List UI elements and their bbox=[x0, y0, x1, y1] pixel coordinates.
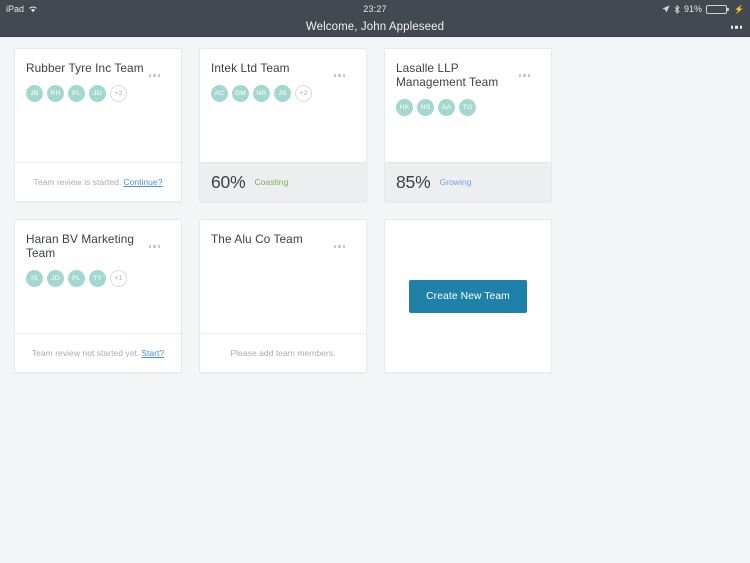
card-body: Rubber Tyre Inc Team JB RH PL JD +2 bbox=[15, 49, 181, 162]
team-card[interactable]: Intek Ltd Team AC DM NR JS +2 60% Coasting bbox=[199, 48, 367, 202]
avatar[interactable]: AA bbox=[438, 99, 455, 116]
score-percent: 85% bbox=[396, 171, 431, 192]
team-card[interactable]: The Alu Co Team Please add team members. bbox=[199, 219, 367, 373]
status-badge: Growing bbox=[439, 177, 472, 187]
avatar[interactable]: JD bbox=[89, 85, 106, 102]
create-new-team-button[interactable]: Create New Team bbox=[409, 279, 527, 313]
avatar[interactable]: TG bbox=[459, 99, 476, 116]
create-team-card[interactable]: Create New Team bbox=[384, 219, 552, 373]
status-bar-clock: 23:27 bbox=[363, 4, 387, 14]
battery-percent-label: 91% bbox=[684, 4, 703, 14]
overflow-menu-icon[interactable] bbox=[333, 74, 345, 77]
team-status-footer: Please add team members. bbox=[200, 333, 366, 372]
bluetooth-icon bbox=[674, 4, 680, 14]
status-action-link[interactable]: Start? bbox=[141, 348, 164, 358]
card-body: The Alu Co Team bbox=[200, 220, 366, 333]
avatar-overflow-count[interactable]: +1 bbox=[110, 270, 127, 287]
avatar[interactable]: JD bbox=[47, 270, 64, 287]
avatar[interactable]: PL bbox=[68, 270, 85, 287]
team-member-avatars: HK NS AA TG bbox=[396, 99, 540, 116]
team-member-avatars: IS JD PL TY +1 bbox=[26, 270, 170, 287]
ios-status-bar: iPad 23:27 91% ⚡ bbox=[0, 0, 750, 18]
avatar[interactable]: AC bbox=[211, 85, 228, 102]
card-body: Intek Ltd Team AC DM NR JS +2 bbox=[200, 49, 366, 162]
charging-bolt-icon: ⚡ bbox=[734, 4, 744, 14]
avatar[interactable]: PL bbox=[68, 85, 85, 102]
team-card[interactable]: Rubber Tyre Inc Team JB RH PL JD +2 Team revie… bbox=[14, 48, 182, 202]
overflow-menu-icon[interactable] bbox=[148, 245, 160, 248]
team-member-avatars: JB RH PL JD +2 bbox=[26, 85, 170, 102]
status-text: Please add team members. bbox=[230, 348, 336, 358]
card-header: Rubber Tyre Inc Team bbox=[26, 61, 170, 77]
team-score-footer: 85% Growing bbox=[385, 162, 551, 201]
avatar-overflow-count[interactable]: +2 bbox=[295, 85, 312, 102]
avatar[interactable]: NS bbox=[417, 99, 434, 116]
overflow-menu-icon[interactable] bbox=[333, 245, 345, 248]
score-percent: 60% bbox=[211, 171, 246, 192]
avatar[interactable]: HK bbox=[396, 99, 413, 116]
status-action-link[interactable]: Continue? bbox=[123, 177, 162, 187]
avatar[interactable]: DM bbox=[232, 85, 249, 102]
avatar[interactable]: RH bbox=[47, 85, 64, 102]
status-badge: Coasting bbox=[254, 177, 289, 187]
app-navigation-bar: Welcome, John Appleseed bbox=[0, 18, 750, 37]
overflow-menu-icon[interactable] bbox=[518, 74, 530, 77]
team-status-footer: Team review not started yet. Start? bbox=[15, 333, 181, 372]
card-body: Lasalle LLP Management Team HK NS AA TG bbox=[385, 49, 551, 162]
team-name: Intek Ltd Team bbox=[211, 61, 290, 75]
status-text: Team review not started yet. bbox=[31, 348, 140, 358]
team-card-grid: Rubber Tyre Inc Team JB RH PL JD +2 Team revie… bbox=[0, 37, 750, 384]
team-status-footer: Team review is started. Continue? bbox=[15, 162, 181, 201]
team-name: Rubber Tyre Inc Team bbox=[26, 61, 144, 75]
avatar-overflow-count[interactable]: +2 bbox=[110, 85, 127, 102]
avatar[interactable]: IS bbox=[26, 270, 43, 287]
team-member-avatars: AC DM NR JS +2 bbox=[211, 85, 355, 102]
status-bar-right: 91% ⚡ bbox=[662, 4, 744, 14]
team-name: The Alu Co Team bbox=[211, 232, 303, 246]
team-card[interactable]: Haran BV Marketing Team IS JD PL TY +1 Team re… bbox=[14, 219, 182, 373]
avatar[interactable]: JS bbox=[274, 85, 291, 102]
battery-icon bbox=[706, 4, 730, 14]
page-title: Welcome, John Appleseed bbox=[305, 21, 445, 33]
team-card[interactable]: Lasalle LLP Management Team HK NS AA TG 85% Gr… bbox=[384, 48, 552, 202]
avatar[interactable]: JB bbox=[26, 85, 43, 102]
card-header: Haran BV Marketing Team bbox=[26, 232, 170, 260]
card-header: Lasalle LLP Management Team bbox=[396, 61, 540, 89]
avatar[interactable]: TY bbox=[89, 270, 106, 287]
card-body: Haran BV Marketing Team IS JD PL TY +1 bbox=[15, 220, 181, 333]
avatar[interactable]: NR bbox=[253, 85, 270, 102]
overflow-menu-icon[interactable] bbox=[730, 25, 742, 29]
team-score-footer: 60% Coasting bbox=[200, 162, 366, 201]
location-arrow-icon bbox=[662, 5, 670, 13]
status-text: Team review is started. bbox=[33, 177, 122, 187]
overflow-menu-icon[interactable] bbox=[148, 74, 160, 77]
card-header: The Alu Co Team bbox=[211, 232, 355, 248]
card-header: Intek Ltd Team bbox=[211, 61, 355, 77]
